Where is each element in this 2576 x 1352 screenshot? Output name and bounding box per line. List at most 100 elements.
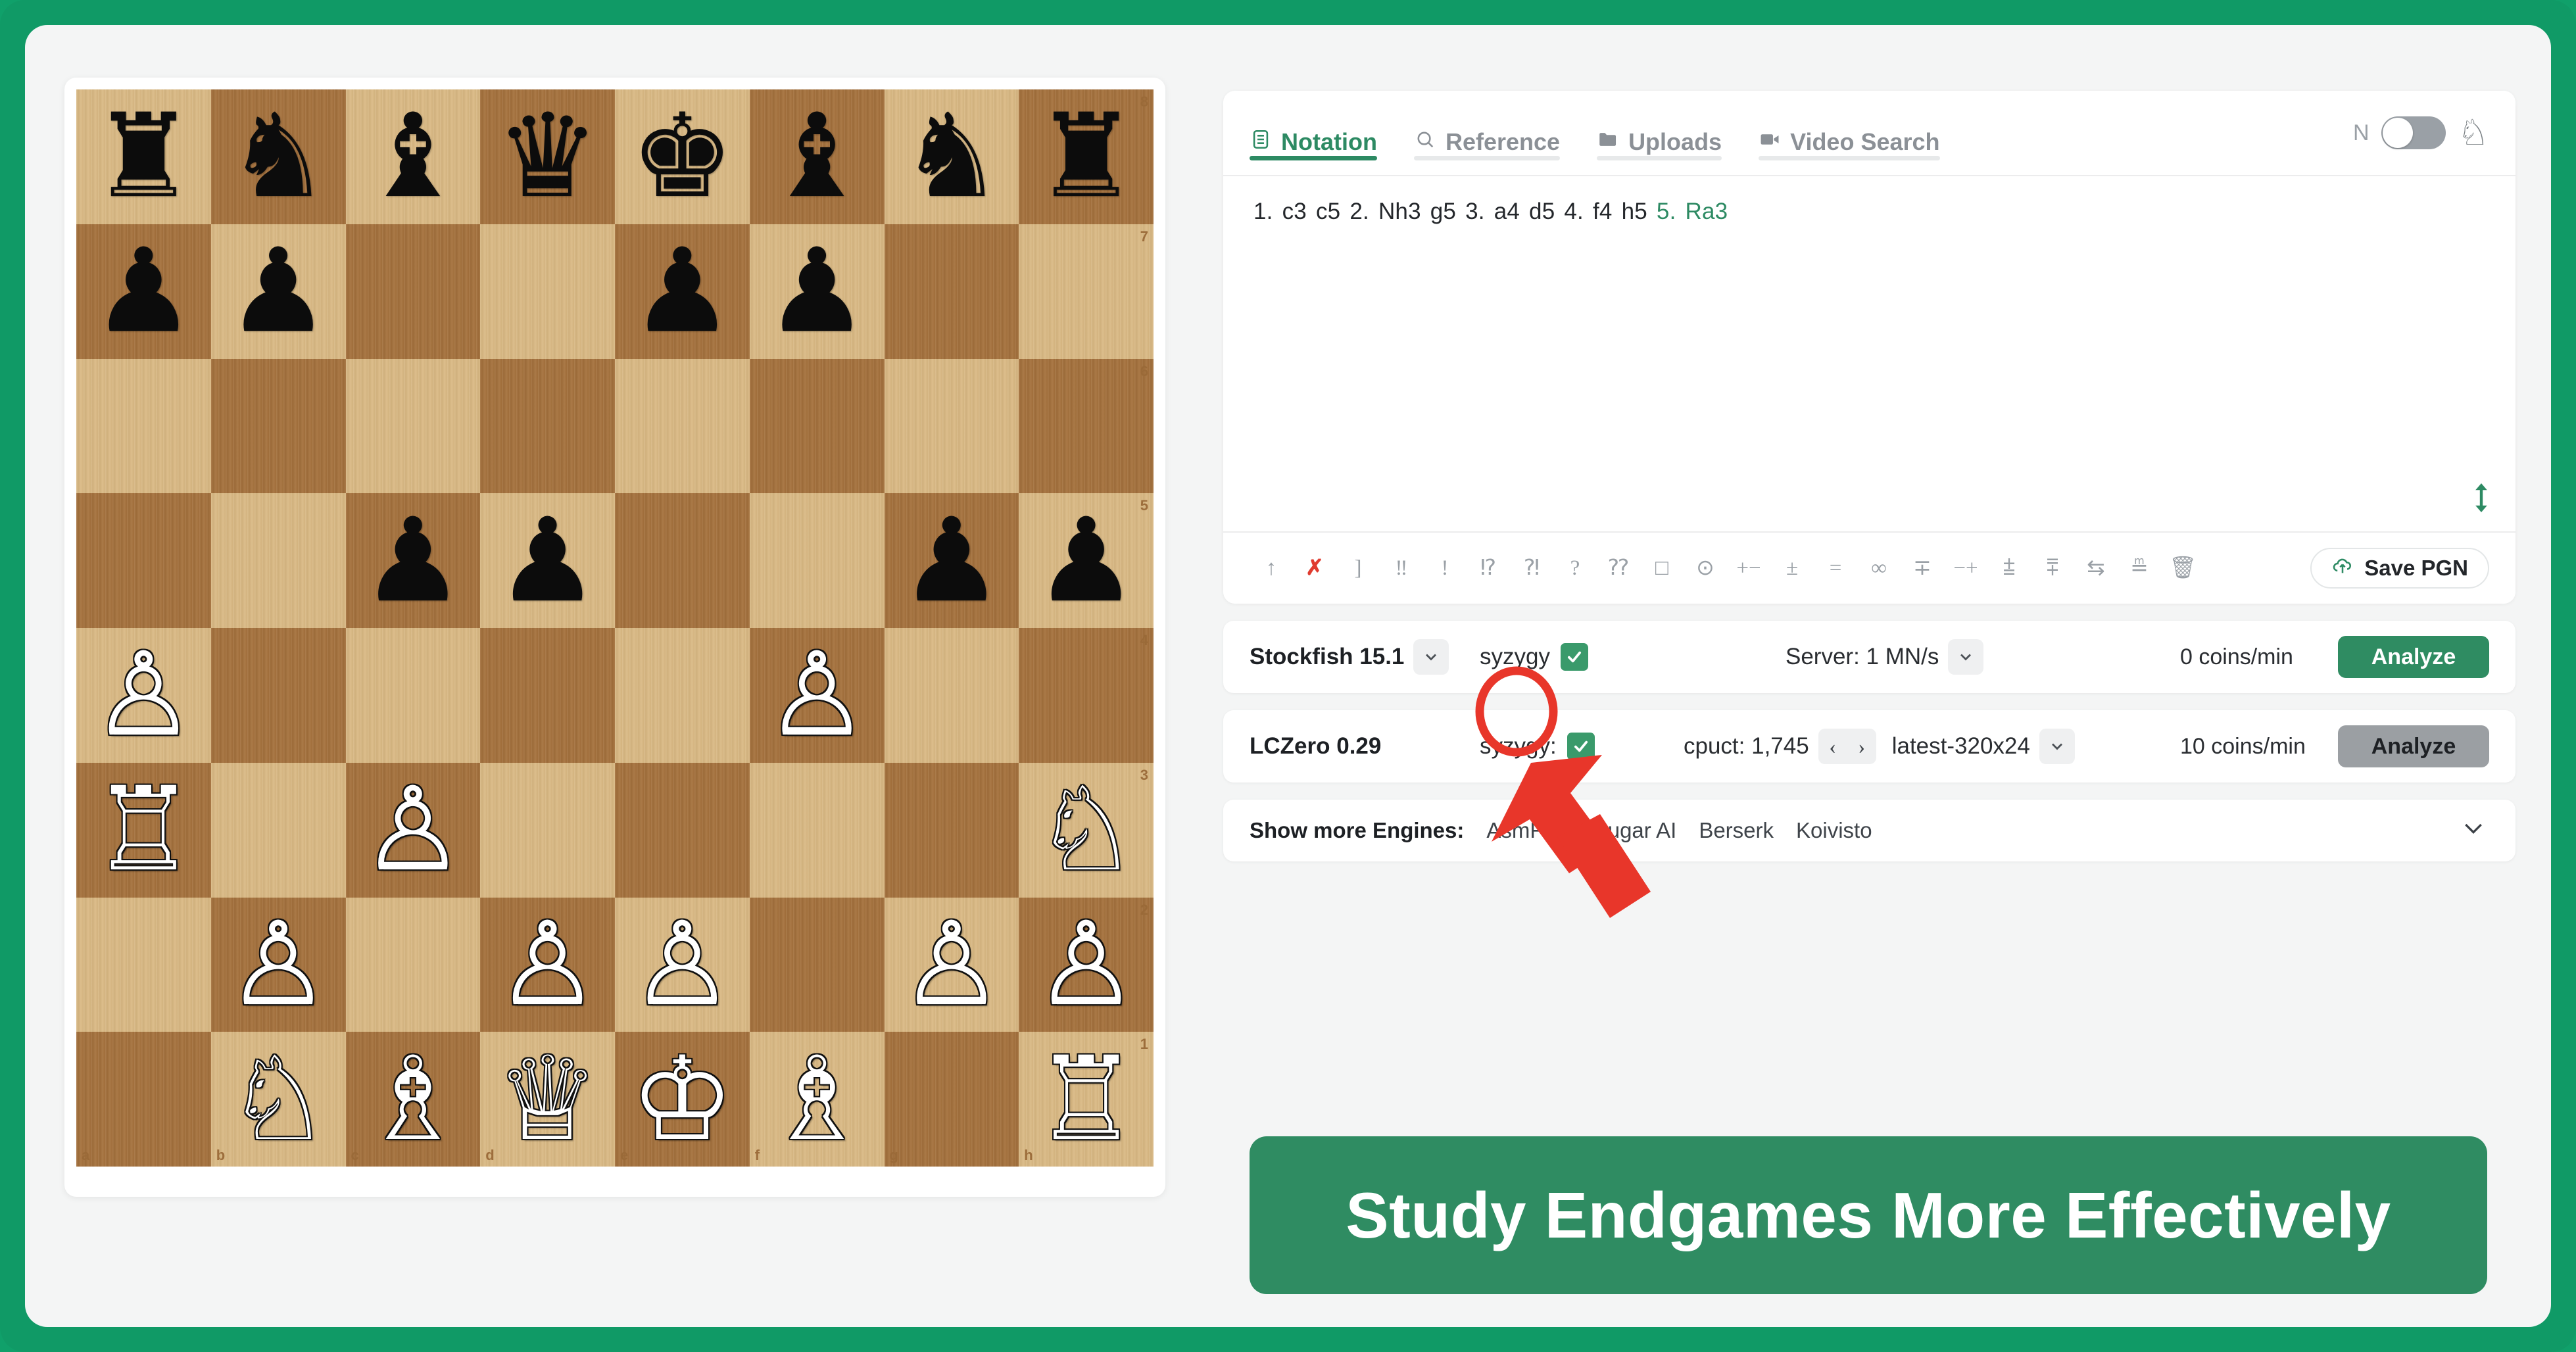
square-h1[interactable]: ♖ 1 h bbox=[1019, 1032, 1154, 1167]
square-g2[interactable]: ♙ bbox=[884, 897, 1019, 1032]
square-a6[interactable] bbox=[76, 358, 211, 494]
move-token-10[interactable]: f4 bbox=[1593, 199, 1613, 224]
square-f4[interactable]: ♙ bbox=[749, 628, 885, 763]
move-token-11[interactable]: h5 bbox=[1622, 199, 1647, 224]
equal-nag[interactable]: = bbox=[1814, 557, 1857, 579]
chessboard[interactable]: ♜ ♞ ♝ ♛ ♚ ♝ ♞ ♜ 8 ♟ ♟ ♟ ♟ 7 6 ♟ ♟ ♟ ♟ 5 ♙ ♙ 4 ♖ ♙ ♘ 3 ♙ ♙ ♙ ♙ ♙ 2 a ♘ b ♗ c ♕ d… bbox=[76, 89, 1154, 1167]
piece-wp[interactable]: ♙ bbox=[211, 898, 346, 1032]
square-f8[interactable]: ♝ bbox=[749, 89, 885, 224]
square-g5[interactable]: ♟ bbox=[884, 493, 1019, 628]
brilliant-nag[interactable]: ‼ bbox=[1380, 557, 1423, 579]
piece-bp[interactable]: ♟ bbox=[76, 224, 211, 359]
move-token-13[interactable]: Ra3 bbox=[1686, 199, 1728, 224]
piece-wr[interactable]: ♖ bbox=[76, 763, 211, 898]
engine-speed-dropdown-stockfish[interactable] bbox=[1948, 639, 1984, 675]
knight-piece-icon[interactable]: ♘ bbox=[2458, 115, 2489, 151]
move-token-3[interactable]: 2. bbox=[1349, 199, 1369, 224]
piece-wp[interactable]: ♙ bbox=[1019, 898, 1154, 1032]
piece-wb[interactable]: ♗ bbox=[346, 1032, 481, 1167]
square-d6[interactable] bbox=[480, 358, 615, 494]
square-g7[interactable] bbox=[884, 224, 1019, 359]
square-h5[interactable]: ♟ 5 bbox=[1019, 493, 1154, 628]
tab-video-search[interactable]: Video Search bbox=[1759, 91, 1940, 175]
square-a5[interactable] bbox=[76, 493, 211, 628]
move-token-9[interactable]: 4. bbox=[1564, 199, 1584, 224]
square-f6[interactable] bbox=[749, 358, 885, 494]
move-token-6[interactable]: 3. bbox=[1465, 199, 1485, 224]
piece-bp[interactable]: ♟ bbox=[1019, 493, 1154, 628]
piece-bq[interactable]: ♛ bbox=[480, 89, 615, 224]
piece-bp[interactable]: ♟ bbox=[750, 224, 885, 359]
piece-wk[interactable]: ♔ bbox=[615, 1032, 750, 1167]
unclear-nag[interactable]: ∞ bbox=[1857, 557, 1901, 579]
piece-bb[interactable]: ♝ bbox=[750, 89, 885, 224]
more-engine-asmfish[interactable]: AsmFish bbox=[1486, 818, 1570, 843]
dubious-nag[interactable]: ⁈ bbox=[1510, 557, 1553, 579]
piece-wp[interactable]: ♙ bbox=[615, 898, 750, 1032]
square-b1[interactable]: ♘ b bbox=[210, 1032, 346, 1167]
square-g4[interactable] bbox=[884, 628, 1019, 763]
move-token-8[interactable]: d5 bbox=[1529, 199, 1555, 224]
network-dropdown-lczero[interactable] bbox=[2039, 729, 2075, 764]
square-d8[interactable]: ♛ bbox=[480, 89, 615, 224]
square-c3[interactable]: ♙ bbox=[345, 762, 481, 898]
square-a1[interactable]: a bbox=[76, 1032, 211, 1167]
piece-bp[interactable]: ♟ bbox=[885, 493, 1019, 628]
analyze-button-lczero[interactable]: Analyze bbox=[2338, 725, 2489, 767]
square-h6[interactable]: 6 bbox=[1019, 358, 1154, 494]
square-h3[interactable]: ♘ 3 bbox=[1019, 762, 1154, 898]
move-token-12[interactable]: 5. bbox=[1657, 199, 1676, 224]
tab-uploads[interactable]: Uploads bbox=[1597, 91, 1722, 175]
piece-bn[interactable]: ♞ bbox=[211, 89, 346, 224]
square-d7[interactable] bbox=[480, 224, 615, 359]
square-g3[interactable] bbox=[884, 762, 1019, 898]
square-d4[interactable] bbox=[480, 628, 615, 763]
piece-bn[interactable]: ♞ bbox=[885, 89, 1019, 224]
save-pgn-button[interactable]: Save PGN bbox=[2310, 548, 2489, 589]
square-g1[interactable]: g bbox=[884, 1032, 1019, 1167]
square-e1[interactable]: ♔ e bbox=[615, 1032, 750, 1167]
resize-vertical-icon[interactable] bbox=[2469, 483, 2493, 516]
square-e2[interactable]: ♙ bbox=[615, 897, 750, 1032]
square-f3[interactable] bbox=[749, 762, 885, 898]
square-c5[interactable]: ♟ bbox=[345, 493, 481, 628]
square-f2[interactable] bbox=[749, 897, 885, 1032]
piece-wr[interactable]: ♖ bbox=[1019, 1032, 1154, 1167]
piece-wp[interactable]: ♙ bbox=[480, 898, 615, 1032]
piece-wq[interactable]: ♕ bbox=[480, 1032, 615, 1167]
square-b4[interactable] bbox=[210, 628, 346, 763]
piece-bp[interactable]: ♟ bbox=[615, 224, 750, 359]
square-d2[interactable]: ♙ bbox=[480, 897, 615, 1032]
square-a4[interactable]: ♙ bbox=[76, 628, 211, 763]
square-c7[interactable] bbox=[345, 224, 481, 359]
piece-bp[interactable]: ♟ bbox=[346, 493, 481, 628]
square-a3[interactable]: ♖ bbox=[76, 762, 211, 898]
cpuct-stepper-lczero[interactable]: ‹ › bbox=[1818, 729, 1876, 764]
good-move-nag[interactable]: ! bbox=[1423, 557, 1467, 579]
square-c2[interactable] bbox=[345, 897, 481, 1032]
square-g6[interactable] bbox=[884, 358, 1019, 494]
square-h8[interactable]: ♜ 8 bbox=[1019, 89, 1154, 224]
piece-bp[interactable]: ♟ bbox=[480, 493, 615, 628]
clear-nag[interactable]: ✗ bbox=[1293, 557, 1336, 579]
tab-notation[interactable]: Notation bbox=[1250, 91, 1377, 175]
more-engine-berserk[interactable]: Berserk bbox=[1699, 818, 1774, 843]
square-e6[interactable] bbox=[615, 358, 750, 494]
move-token-2[interactable]: c5 bbox=[1316, 199, 1340, 224]
square-h2[interactable]: ♙ 2 bbox=[1019, 897, 1154, 1032]
move-list-area[interactable]: 1. c3 c5 2. Nh3 g5 3. a4 d5 4. f4 h5 5. Ra3 bbox=[1223, 175, 2515, 531]
black-better-nag[interactable]: ∓ bbox=[1901, 557, 1944, 579]
square-a7[interactable]: ♟ bbox=[76, 224, 211, 359]
engine-version-dropdown-stockfish[interactable] bbox=[1413, 639, 1449, 675]
syzygy-checkbox-stockfish[interactable] bbox=[1560, 643, 1588, 671]
counterplay-nag[interactable]: ⇆ bbox=[2074, 557, 2118, 579]
piece-wp[interactable]: ♙ bbox=[76, 628, 211, 763]
blunder-nag[interactable]: ⁇ bbox=[1597, 557, 1640, 579]
square-b5[interactable] bbox=[210, 493, 346, 628]
square-a8[interactable]: ♜ bbox=[76, 89, 211, 224]
square-d3[interactable] bbox=[480, 762, 615, 898]
white-slight-nag[interactable]: ⩲ bbox=[1987, 557, 2031, 579]
square-f7[interactable]: ♟ bbox=[749, 224, 885, 359]
piece-wp[interactable]: ♙ bbox=[750, 628, 885, 763]
square-b3[interactable] bbox=[210, 762, 346, 898]
